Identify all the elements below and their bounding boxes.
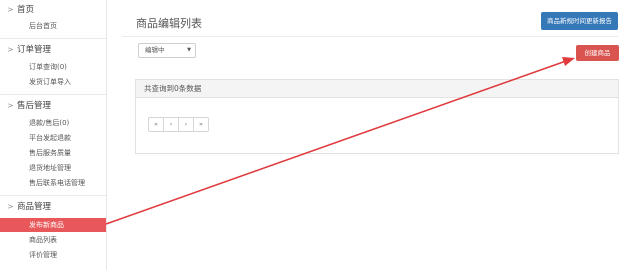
sidebar-item-product-list[interactable]: 商品列表 xyxy=(0,234,106,247)
sidebar-item-refunds[interactable]: 退款/售后(0) xyxy=(0,117,106,130)
divider xyxy=(0,94,106,95)
sidebar-item-label: 订单查询(0) xyxy=(29,63,67,71)
sidebar-item-label: 商品列表 xyxy=(29,236,57,244)
sidebar-section-orders[interactable]: > 订单管理 xyxy=(0,43,106,57)
sidebar-section-label: 首页 xyxy=(17,5,35,15)
sidebar-item-label: 平台发起退款 xyxy=(29,134,71,142)
chevron-right-icon: > xyxy=(7,101,14,110)
divider xyxy=(0,38,106,39)
chevron-right-icon: > xyxy=(7,202,14,211)
status-select[interactable]: 编辑中 ▼ xyxy=(138,43,196,58)
last-page-button[interactable]: » xyxy=(194,118,208,131)
arrow-head xyxy=(562,57,575,66)
sidebar-section-label: 订单管理 xyxy=(17,45,52,55)
sidebar: > 首页 后台首页 > 订单管理 订单查询(0) 发货订单导入 > 售后管理 退… xyxy=(0,0,107,270)
sidebar-section-label: 售后管理 xyxy=(17,101,52,111)
sidebar-item-label: 发布新商品 xyxy=(29,221,64,229)
sidebar-item-service-quality[interactable]: 售后服务质量 xyxy=(0,147,106,160)
update-report-button[interactable]: 商品新规时间更新报告 xyxy=(541,12,618,30)
chevron-right-icon: > xyxy=(7,5,14,14)
sidebar-section-home[interactable]: > 首页 xyxy=(0,3,106,17)
prev-page-button[interactable]: ‹ xyxy=(164,118,179,131)
sidebar-item-label: 售后联系电话管理 xyxy=(29,179,85,187)
results-header: 共查询到0条数据 xyxy=(136,80,618,98)
first-page-button[interactable]: « xyxy=(149,118,164,131)
sidebar-section-products[interactable]: > 商品管理 xyxy=(0,200,106,214)
sidebar-item-label: 退货地址管理 xyxy=(29,164,71,172)
next-page-button[interactable]: › xyxy=(179,118,194,131)
sidebar-item-new-product[interactable]: 发布新商品 xyxy=(0,218,106,232)
page-title: 商品编辑列表 xyxy=(136,17,202,30)
sidebar-section-after-sales[interactable]: > 售后管理 xyxy=(0,99,106,113)
caret-down-icon: ▼ xyxy=(187,47,191,53)
chevron-right-icon: > xyxy=(7,45,14,54)
divider xyxy=(122,36,618,37)
sidebar-item-label: 发货订单导入 xyxy=(29,78,71,86)
sidebar-item-dashboard[interactable]: 后台首页 xyxy=(0,20,106,33)
sidebar-item-platform-refund[interactable]: 平台发起退款 xyxy=(0,132,106,145)
sidebar-section-label: 商品管理 xyxy=(17,202,52,212)
sidebar-item-label: 售后服务质量 xyxy=(29,149,71,157)
sidebar-item-label: 退款/售后(0) xyxy=(29,119,70,127)
status-select-value: 编辑中 xyxy=(145,46,165,54)
sidebar-item-order-query[interactable]: 订单查询(0) xyxy=(0,61,106,74)
sidebar-item-shipping-import[interactable]: 发货订单导入 xyxy=(0,76,106,89)
divider xyxy=(0,195,106,196)
results-panel: 共查询到0条数据 « ‹ › » xyxy=(135,79,619,154)
sidebar-item-contact-phone[interactable]: 售后联系电话管理 xyxy=(0,177,106,190)
sidebar-item-return-address[interactable]: 退货地址管理 xyxy=(0,162,106,175)
sidebar-item-label: 后台首页 xyxy=(29,22,57,30)
pagination: « ‹ › » xyxy=(148,117,209,132)
sidebar-item-label: 评价管理 xyxy=(29,251,57,259)
results-summary: 共查询到0条数据 xyxy=(144,84,202,93)
create-product-button[interactable]: 创建商品 xyxy=(576,45,619,61)
sidebar-item-reviews[interactable]: 评价管理 xyxy=(0,249,106,262)
